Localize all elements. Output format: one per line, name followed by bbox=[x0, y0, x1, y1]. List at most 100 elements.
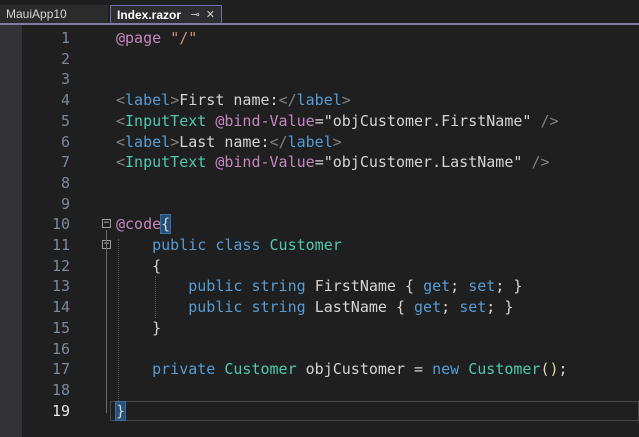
code-line[interactable]: 1 @page "/" bbox=[0, 28, 639, 48]
line-number: 16 bbox=[51, 339, 70, 358]
indent-guide bbox=[118, 239, 119, 405]
code-token: = bbox=[405, 360, 433, 379]
close-icon[interactable]: ✕ bbox=[206, 9, 215, 21]
code-editor[interactable]: 1 @page "/" 2 3 4 <label>First name:</label> 5… bbox=[0, 25, 639, 437]
tab-mauiapp10[interactable]: MauiApp10 bbox=[0, 5, 108, 23]
code-line[interactable]: 8 bbox=[0, 173, 639, 193]
code-token: Customer bbox=[468, 360, 541, 379]
code-token: > bbox=[332, 132, 342, 151]
code-token: InputText bbox=[125, 111, 207, 130]
code-line[interactable]: 2 bbox=[0, 49, 639, 69]
code-token: @bind-Value bbox=[215, 153, 315, 172]
pin-icon[interactable]: ⊸ bbox=[191, 9, 200, 21]
code-token: public bbox=[188, 298, 243, 317]
code-token: ; bbox=[441, 298, 460, 317]
line-number: 7 bbox=[60, 153, 70, 172]
code-token: " bbox=[323, 153, 333, 172]
code-token: > bbox=[341, 91, 351, 110]
code-token: "/" bbox=[170, 29, 198, 47]
code-line[interactable]: 5 <InputText @bind-Value="objCustomer.Fir… bbox=[0, 111, 639, 131]
code-token: { bbox=[152, 256, 162, 275]
line-number: 3 bbox=[60, 70, 70, 89]
code-token: ( bbox=[540, 360, 550, 379]
line-number: 12 bbox=[51, 256, 70, 275]
tab-index-razor[interactable]: Index.razor ⊸ ✕ bbox=[110, 5, 222, 23]
code-token: < bbox=[116, 111, 126, 130]
code-line[interactable]: 18 bbox=[0, 380, 639, 400]
code-line[interactable]: 4 <label>First name:</label> bbox=[0, 90, 639, 110]
code-line[interactable]: 9 bbox=[0, 194, 639, 214]
code-token: Last name: bbox=[179, 132, 270, 151]
line-number: 18 bbox=[51, 380, 70, 399]
code-token: get bbox=[414, 298, 442, 317]
collapse-icon[interactable]: − bbox=[102, 219, 111, 229]
code-token: objCustomer.LastName bbox=[332, 153, 514, 172]
code-text: <InputText @bind-Value="objCustomer.Last… bbox=[116, 152, 550, 172]
code-text: <label>Last name:</label> bbox=[116, 132, 342, 152]
code-token: > bbox=[170, 132, 180, 151]
line-number: 9 bbox=[60, 194, 70, 213]
code-token: } bbox=[152, 318, 162, 337]
line-number: 8 bbox=[60, 173, 70, 192]
code-text: { bbox=[116, 256, 161, 276]
line-number: 13 bbox=[51, 277, 70, 296]
code-line[interactable]: 12 { bbox=[0, 256, 639, 276]
code-text: <InputText @bind-Value="objCustomer.Firs… bbox=[116, 111, 559, 131]
code-token: ; } bbox=[495, 277, 523, 296]
code-line[interactable]: 7 <InputText @bind-Value="objCustomer.Las… bbox=[0, 152, 639, 172]
matched-brace: { bbox=[160, 214, 172, 235]
code-token: ; bbox=[450, 277, 469, 296]
code-token: = bbox=[314, 111, 324, 130]
document-tab-strip: MauiApp10 Index.razor ⊸ ✕ bbox=[0, 0, 639, 25]
code-line[interactable]: 14 public string LastName { get; set; } bbox=[0, 297, 639, 317]
code-token: Customer bbox=[224, 360, 297, 379]
code-token: LastName bbox=[314, 298, 387, 317]
code-token: ; } bbox=[486, 298, 514, 317]
code-line[interactable]: 6 <label>Last name:</label> bbox=[0, 132, 639, 152]
code-token: First name: bbox=[179, 91, 279, 110]
code-text: public class Customer bbox=[116, 235, 342, 255]
code-token: InputText bbox=[125, 153, 207, 172]
line-number: 15 bbox=[51, 318, 70, 337]
code-line[interactable]: 13 public string FirstName { get; set; } bbox=[0, 276, 639, 296]
code-token: < bbox=[116, 91, 126, 110]
code-token: objCustomer.FirstName bbox=[332, 111, 523, 130]
code-token: { bbox=[386, 298, 415, 317]
code-token: Customer bbox=[269, 236, 342, 254]
code-token: ; bbox=[558, 360, 568, 379]
code-token: private bbox=[152, 360, 216, 379]
line-number: 6 bbox=[60, 132, 70, 151]
code-token: label bbox=[125, 91, 171, 110]
code-token: FirstName bbox=[314, 277, 396, 296]
code-token: label bbox=[296, 91, 342, 110]
line-number: 1 bbox=[60, 29, 70, 47]
code-token: = bbox=[314, 153, 324, 172]
code-line[interactable]: 16 bbox=[0, 339, 639, 359]
code-line[interactable]: 15 } bbox=[0, 318, 639, 338]
code-line[interactable]: 11− public class Customer bbox=[0, 235, 639, 255]
code-token: " bbox=[323, 111, 333, 130]
code-text: @page "/" bbox=[116, 28, 197, 48]
code-token: set bbox=[459, 298, 487, 317]
line-number: 5 bbox=[60, 111, 70, 130]
code-token: </ bbox=[269, 132, 288, 151]
code-line[interactable]: 10 − @code{ bbox=[0, 214, 639, 235]
code-token: label bbox=[125, 132, 171, 151]
code-token: { bbox=[395, 277, 424, 296]
code-line[interactable]: 19} bbox=[0, 400, 639, 421]
code-text: public string LastName { get; set; } bbox=[116, 297, 513, 317]
line-number: 2 bbox=[60, 49, 70, 68]
code-line[interactable]: 3 bbox=[0, 69, 639, 89]
code-token: class bbox=[215, 236, 261, 254]
code-line[interactable]: 17 private Customer objCustomer = new Cu… bbox=[0, 359, 639, 379]
outline-fold-line bbox=[106, 230, 107, 413]
